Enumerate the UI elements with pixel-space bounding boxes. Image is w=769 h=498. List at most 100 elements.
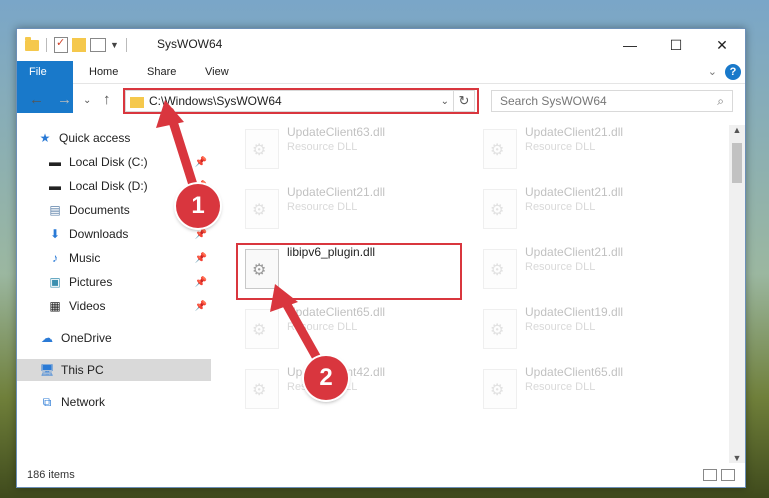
scroll-down-icon[interactable]: ▼	[729, 453, 745, 463]
file-name: UpdateClient63.dll	[287, 125, 386, 139]
sidebar-item-label: OneDrive	[61, 331, 112, 345]
pin-icon[interactable]: 📌	[195, 277, 207, 288]
dll-file-icon	[245, 369, 279, 409]
maximize-button[interactable]: ☐	[653, 29, 699, 61]
close-button[interactable]: ✕	[699, 29, 745, 61]
file-type: Resource DLL	[525, 201, 596, 213]
sidebar-item-label: Network	[61, 395, 106, 409]
computer-icon: 🖥	[39, 363, 55, 377]
tab-share[interactable]: Share	[135, 61, 188, 83]
file-item[interactable]: UpdateClient21.dll Resource DLL	[237, 185, 457, 237]
window-controls: — ☐ ✕	[607, 29, 745, 61]
pictures-icon: ▣	[49, 275, 61, 289]
drive-icon: ▬	[49, 179, 61, 193]
file-type: Resource DLL	[525, 381, 596, 393]
music-icon: ♪	[52, 251, 58, 265]
sidebar-item-music[interactable]: ♪ Music 📌	[17, 247, 211, 269]
file-item[interactable]: UpdateClient65.dll Resource DLL	[237, 305, 457, 357]
pin-icon[interactable]: 📌	[195, 301, 207, 312]
navigation-bar: ← → ⌄ ↑ C:\Windows\SysWOW64 ⌄ ↻ Search S…	[17, 87, 745, 115]
minimize-button[interactable]: —	[607, 29, 653, 61]
file-item[interactable]: UpdateClient21.dll Resource DLL	[475, 185, 695, 237]
new-folder-icon[interactable]	[72, 38, 86, 52]
file-type: Resource DLL	[287, 321, 358, 333]
network-icon: ⧉	[42, 394, 52, 409]
file-name: UpdateClient21.dll	[287, 185, 386, 199]
dll-file-icon	[245, 129, 279, 169]
sidebar-item-this-pc[interactable]: 🖥 This PC	[17, 359, 211, 381]
details-view-icon[interactable]	[703, 469, 717, 481]
file-item[interactable]: UpdateClient21.dll Resource DLL	[475, 125, 695, 177]
address-highlight-box	[123, 88, 479, 114]
sidebar-item-network[interactable]: ⧉ Network	[17, 391, 211, 413]
file-item[interactable]: UpdateClient19.dll Resource DLL	[475, 305, 695, 357]
window-title: SysWOW64	[157, 37, 223, 51]
help-icon[interactable]: ?	[725, 64, 741, 80]
file-item[interactable]: UpdateClient21.dll Resource DLL	[475, 245, 695, 297]
expand-ribbon-chevron-icon[interactable]: ⌄	[708, 65, 717, 78]
sidebar-item-label: Documents	[69, 203, 130, 217]
sidebar-item-label: Local Disk (C:)	[69, 155, 148, 169]
step-2-badge: 2	[304, 356, 348, 400]
search-placeholder: Search SysWOW64	[500, 94, 607, 108]
drive-icon: ▬	[49, 155, 61, 169]
quick-access-toolbar: ▼	[25, 36, 130, 53]
search-icon: ⌕	[717, 93, 724, 108]
back-arrow-icon[interactable]: ←	[29, 91, 44, 108]
tab-home[interactable]: Home	[77, 61, 130, 83]
pin-icon[interactable]: 📌	[195, 229, 207, 240]
separator	[125, 38, 127, 52]
file-type: Resource DLL	[525, 141, 596, 153]
view-icon[interactable]	[90, 38, 106, 52]
file-type: Resource DLL	[287, 141, 358, 153]
sidebar-item-pictures[interactable]: ▣ Pictures 📌	[17, 271, 211, 293]
sidebar-item-label: Music	[69, 251, 101, 265]
file-item[interactable]: UpdateClient63.dll Resource DLL	[237, 125, 457, 177]
vertical-scrollbar[interactable]: ▲ ▼	[729, 125, 745, 463]
scrollbar-thumb[interactable]	[732, 143, 742, 183]
navigation-pane: ★ Quick access ▬ Local Disk (C:) 📌 ▬ Loc…	[17, 125, 211, 463]
download-icon: ⬇	[49, 227, 61, 241]
file-name: UpdateClient21.dll	[525, 245, 624, 259]
cloud-icon: ☁	[41, 331, 53, 345]
search-input[interactable]: Search SysWOW64 ⌕	[491, 90, 733, 112]
dll-file-icon	[483, 369, 517, 409]
file-type: Resource DLL	[525, 321, 596, 333]
file-name: UpdateClient21.dll	[525, 125, 624, 139]
up-arrow-icon[interactable]: ↑	[103, 91, 111, 108]
sidebar-item-quick-access[interactable]: ★ Quick access	[37, 127, 211, 149]
recent-locations-chevron-icon[interactable]: ⌄	[83, 95, 91, 106]
file-name: UpdateClient19.dll	[525, 305, 624, 319]
large-icons-view-icon[interactable]	[721, 469, 735, 481]
file-type: Resource DLL	[287, 201, 358, 213]
dll-file-icon	[245, 189, 279, 229]
sidebar-item-label: Videos	[69, 299, 106, 313]
sidebar-item-label: Quick access	[59, 131, 131, 145]
folder-icon	[25, 36, 39, 51]
file-item[interactable]: UpdateClient65.dll Resource DLL	[475, 365, 695, 417]
status-bar: 186 items	[17, 463, 745, 487]
properties-icon[interactable]	[54, 36, 68, 53]
dll-file-icon	[483, 129, 517, 169]
star-icon: ★	[39, 131, 51, 145]
documents-icon: ▤	[49, 203, 61, 217]
file-type: Resource DLL	[525, 261, 596, 273]
scroll-up-icon[interactable]: ▲	[729, 125, 745, 135]
sidebar-item-downloads[interactable]: ⬇ Downloads 📌	[17, 223, 211, 245]
dll-file-icon	[483, 249, 517, 289]
sidebar-item-label: This PC	[61, 363, 104, 377]
sidebar-item-label: Local Disk (D:)	[69, 179, 148, 193]
pin-icon[interactable]: 📌	[195, 253, 207, 264]
ribbon-tabs: File Home Share View ⌄ ?	[17, 61, 745, 113]
tab-view[interactable]: View	[193, 61, 241, 83]
videos-icon: ▦	[49, 299, 61, 313]
file-highlight-box	[236, 243, 462, 300]
dll-file-icon	[483, 189, 517, 229]
forward-arrow-icon[interactable]: →	[57, 91, 72, 108]
sidebar-item-local-disk-c[interactable]: ▬ Local Disk (C:) 📌	[17, 151, 211, 173]
pin-icon[interactable]: 📌	[195, 157, 207, 168]
sidebar-item-videos[interactable]: ▦ Videos 📌	[17, 295, 211, 317]
sidebar-item-onedrive[interactable]: ☁ OneDrive	[17, 327, 211, 349]
customize-toolbar-chevron-icon[interactable]: ▼	[110, 40, 119, 50]
file-name: UpdateClient65.dll	[525, 365, 624, 379]
